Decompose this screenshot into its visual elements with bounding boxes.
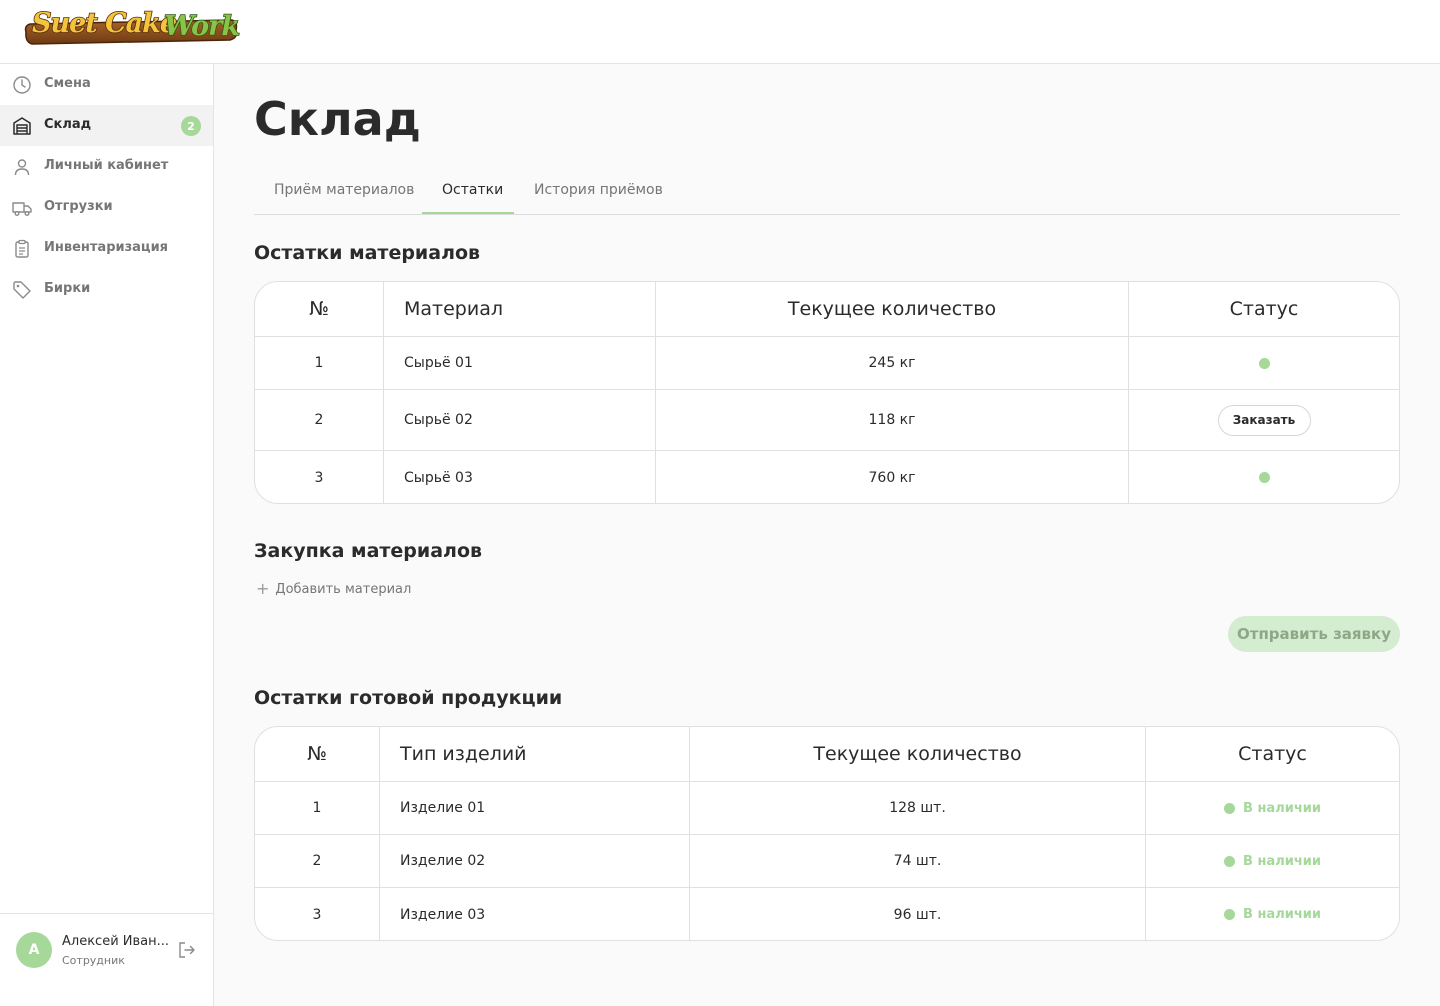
- svg-text:Work: Work: [164, 11, 239, 42]
- material-quantity: 760 кг: [656, 451, 1129, 503]
- user-icon: [14, 159, 30, 176]
- material-name: Сырьё 02: [384, 390, 656, 450]
- product-type: Изделие 01: [380, 782, 690, 834]
- in-stock-status: В наличии: [1224, 907, 1321, 922]
- tab-stock[interactable]: Остатки: [442, 182, 503, 198]
- truck-icon: [12, 202, 32, 216]
- user-profile: А Алексей Иван... Сотрудник: [0, 913, 213, 1006]
- table-header-row: № Тип изделий Текущее количество Статус: [255, 727, 1399, 782]
- sidebar-item-label: Смена: [44, 76, 91, 91]
- material-name: Сырьё 01: [384, 337, 656, 389]
- table-row: 3 Изделие 03 96 шт. В наличии: [255, 888, 1399, 940]
- clipboard-icon: [15, 239, 29, 258]
- sidebar-item-label: Бирки: [44, 281, 91, 296]
- product-type: Изделие 03: [380, 888, 690, 940]
- status-dot: [1258, 357, 1270, 369]
- status-cell: [1129, 337, 1399, 389]
- add-material-label: Добавить материал: [275, 581, 412, 597]
- table-row: 2 Изделие 02 74 шт. В наличии: [255, 835, 1399, 888]
- column-header: Материал: [384, 282, 656, 336]
- warehouse-icon: [13, 117, 31, 135]
- status-dot: [1258, 472, 1270, 483]
- notification-badge: 2: [181, 116, 201, 136]
- material-quantity: 118 кг: [656, 390, 1129, 450]
- sidebar-item-label: Инвентаризация: [44, 240, 169, 255]
- material-name: Сырьё 03: [384, 451, 656, 503]
- logout-icon[interactable]: [178, 941, 196, 959]
- status-dot: [1224, 855, 1236, 867]
- materials-section-title: Остатки материалов: [254, 242, 481, 264]
- top-bar: Suet Cake Work: [0, 0, 1440, 64]
- status-label: В наличии: [1243, 853, 1321, 869]
- product-quantity: 96 шт.: [690, 888, 1146, 940]
- sidebar-item-inventory[interactable]: Инвентаризация: [0, 228, 213, 269]
- status-cell: [1129, 451, 1399, 503]
- material-quantity: 245 кг: [656, 337, 1129, 389]
- sidebar-item-shift[interactable]: Смена: [0, 64, 213, 105]
- row-number: 1: [255, 337, 384, 389]
- tag-icon: [13, 281, 31, 299]
- status-cell: В наличии: [1146, 835, 1399, 887]
- status-cell: В наличии: [1146, 888, 1399, 940]
- status-cell: Заказать: [1129, 390, 1399, 450]
- products-section-title: Остатки готовой продукции: [254, 687, 563, 709]
- sidebar: Смена Склад 2 Личный кабинет Отгрузки Ин…: [0, 64, 214, 1006]
- column-header: Тип изделий: [380, 727, 690, 781]
- row-number: 2: [255, 835, 380, 887]
- table-row: 1 Сырьё 01 245 кг: [255, 337, 1399, 390]
- row-number: 1: [255, 782, 380, 834]
- column-header: Текущее количество: [690, 727, 1146, 781]
- active-tab-indicator: [422, 212, 514, 214]
- in-stock-status: В наличии: [1224, 854, 1321, 869]
- sidebar-item-warehouse[interactable]: Склад 2: [0, 105, 213, 146]
- tab-receiving-history[interactable]: История приёмов: [534, 182, 663, 198]
- status-label: В наличии: [1243, 907, 1321, 922]
- page-title: Склад: [254, 92, 421, 146]
- tab-receiving[interactable]: Приём материалов: [274, 182, 414, 198]
- sidebar-item-label: Отгрузки: [44, 199, 113, 214]
- materials-table: № Материал Текущее количество Статус 1 С…: [254, 281, 1400, 504]
- send-request-button[interactable]: Отправить заявку: [1228, 616, 1400, 652]
- row-number: 2: [255, 390, 384, 450]
- table-row: 1 Изделие 01 128 шт. В наличии: [255, 782, 1399, 835]
- sidebar-item-label: Склад: [44, 117, 92, 132]
- column-header: №: [255, 282, 384, 336]
- purchase-section-title: Закупка материалов: [254, 540, 483, 562]
- table-header-row: № Материал Текущее количество Статус: [255, 282, 1399, 337]
- main-content: Склад Приём материалов Остатки История п…: [214, 64, 1440, 1006]
- status-cell: В наличии: [1146, 782, 1399, 834]
- product-type: Изделие 02: [380, 835, 690, 887]
- row-number: 3: [255, 888, 380, 940]
- plus-icon: +: [256, 579, 270, 598]
- status-label: В наличии: [1243, 800, 1321, 816]
- status-dot: [1224, 909, 1236, 920]
- svg-text:Suet Cake: Suet Cake: [32, 8, 177, 39]
- user-name: Алексей Иван...: [62, 934, 170, 949]
- product-quantity: 128 шт.: [690, 782, 1146, 834]
- column-header: Статус: [1238, 743, 1307, 765]
- column-header: №: [255, 727, 380, 781]
- row-number: 3: [255, 451, 384, 503]
- user-role: Сотрудник: [62, 954, 125, 967]
- product-quantity: 74 шт.: [690, 835, 1146, 887]
- add-material-button[interactable]: + Добавить материал: [256, 581, 411, 597]
- table-row: 2 Сырьё 02 118 кг Заказать: [255, 390, 1399, 451]
- tab-bar: Приём материалов Остатки История приёмов: [254, 168, 1400, 215]
- products-table: № Тип изделий Текущее количество Статус …: [254, 726, 1400, 941]
- avatar[interactable]: А: [16, 932, 52, 968]
- clock-icon: [13, 76, 31, 94]
- suetcakework-logo[interactable]: Suet Cake Work: [22, 2, 240, 48]
- sidebar-item-account[interactable]: Личный кабинет: [0, 146, 213, 187]
- sidebar-item-shipments[interactable]: Отгрузки: [0, 187, 213, 228]
- column-header: Текущее количество: [656, 282, 1129, 336]
- in-stock-status: В наличии: [1224, 801, 1321, 816]
- table-row: 3 Сырьё 03 760 кг: [255, 451, 1399, 503]
- sidebar-item-tags[interactable]: Бирки: [0, 269, 213, 310]
- order-button[interactable]: Заказать: [1217, 404, 1311, 436]
- status-dot: [1224, 802, 1236, 814]
- sidebar-item-label: Личный кабинет: [44, 158, 169, 173]
- column-header: Статус: [1229, 298, 1299, 320]
